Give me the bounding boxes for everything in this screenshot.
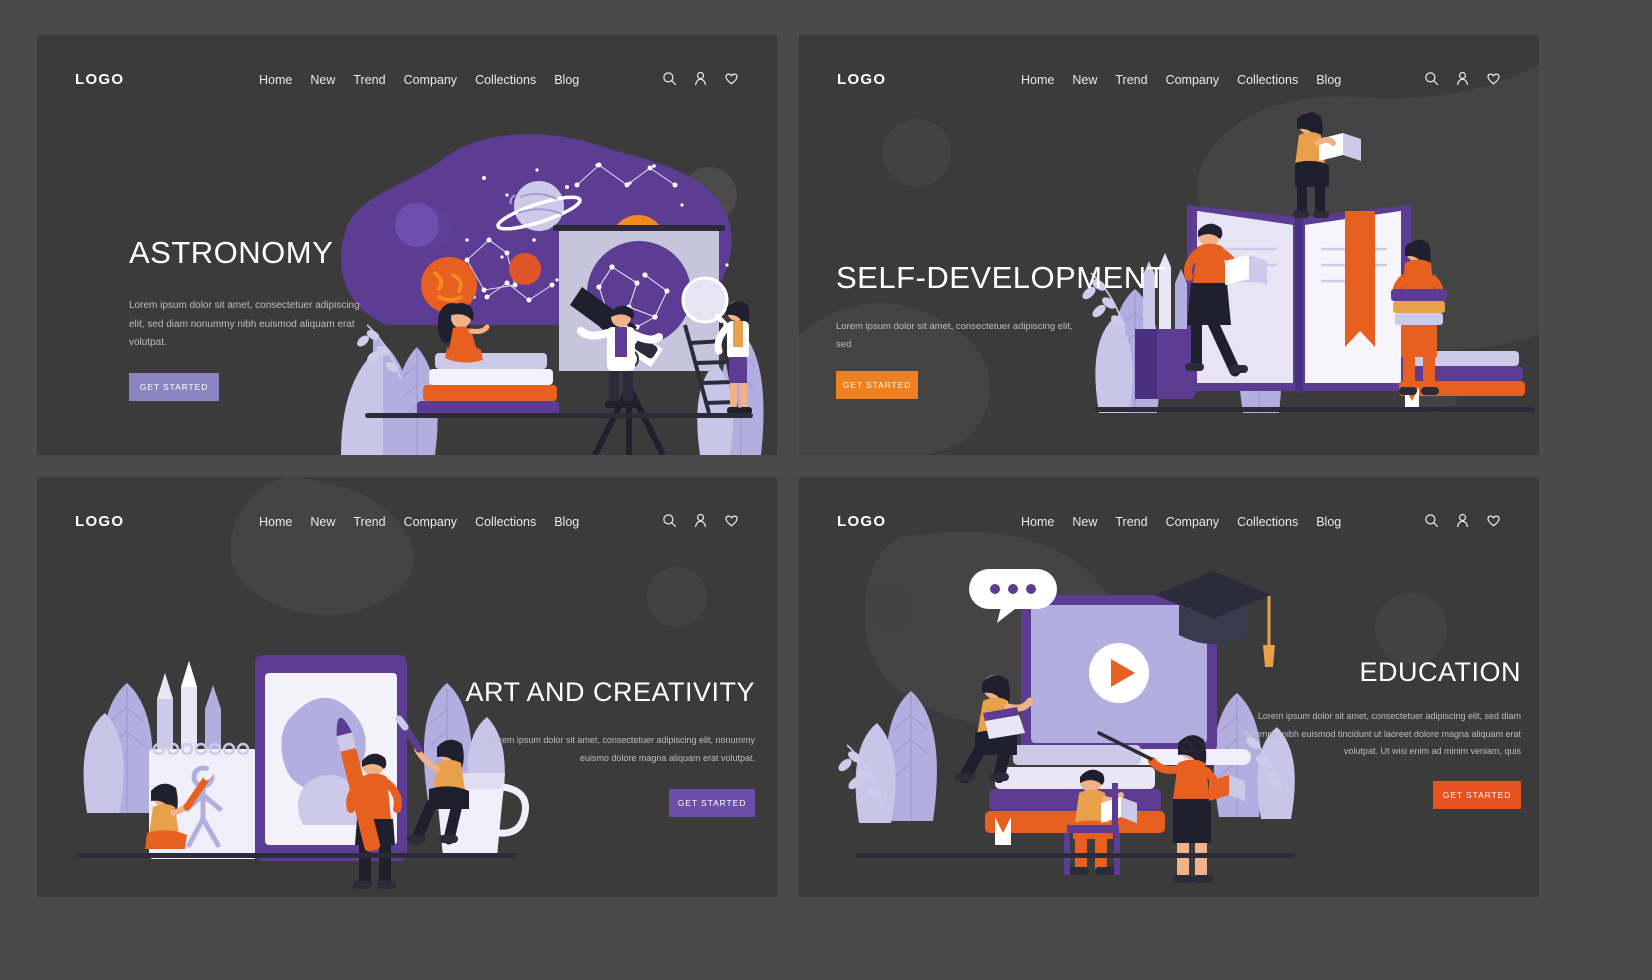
hero-description: Lorem ipsum dolor sit amet, consectetuer…	[488, 735, 755, 763]
nav-item-home[interactable]: Home	[259, 73, 292, 87]
nav-item-home[interactable]: Home	[1021, 73, 1054, 87]
search-icon[interactable]	[662, 71, 677, 86]
nav-item-collections[interactable]: Collections	[1237, 73, 1298, 87]
hero-self-development: SELF-DEVELOPMENT Lorem ipsum dolor sit a…	[836, 260, 1167, 400]
main-nav: Home New Trend Company Collections Blog	[259, 73, 579, 87]
hero-description: Lorem ipsum dolor sit amet, consectetuer…	[129, 300, 360, 348]
hero-description: Lorem ipsum dolor sit amet, consectetuer…	[836, 321, 1073, 350]
hero-art: ART AND CREATIVITY Lorem ipsum dolor sit…	[465, 677, 755, 818]
search-icon[interactable]	[1424, 513, 1439, 528]
nav-item-blog[interactable]: Blog	[1316, 73, 1341, 87]
page-title: EDUCATION	[1359, 657, 1521, 687]
nav-item-trend[interactable]: Trend	[1115, 515, 1147, 529]
main-nav: Home New Trend Company Collections Blog	[259, 515, 579, 529]
landing-page-grid: LOGO Home New Trend Company Collections …	[37, 35, 1615, 897]
nav-item-collections[interactable]: Collections	[475, 73, 536, 87]
panel-art-and-creativity: LOGO Home New Trend Company Collections …	[37, 477, 777, 897]
search-icon[interactable]	[1424, 71, 1439, 86]
get-started-button[interactable]: GET STARTED	[129, 372, 219, 401]
user-icon[interactable]	[1455, 71, 1470, 86]
page-title: ART AND CREATIVITY	[465, 677, 755, 707]
nav-item-home[interactable]: Home	[1021, 515, 1054, 529]
nav-item-company[interactable]: Company	[404, 515, 458, 529]
user-icon[interactable]	[693, 71, 708, 86]
heart-icon[interactable]	[724, 71, 739, 86]
nav-item-new[interactable]: New	[1072, 73, 1097, 87]
main-nav: Home New Trend Company Collections Blog	[1021, 73, 1341, 87]
page-title: SELF-DEVELOPMENT	[836, 260, 1167, 295]
nav-item-new[interactable]: New	[310, 515, 335, 529]
logo[interactable]: LOGO	[837, 513, 886, 530]
user-icon[interactable]	[693, 513, 708, 528]
hero-description: Lorem ipsum dolor sit amet, consectetuer…	[1239, 711, 1521, 757]
panel-astronomy: LOGO Home New Trend Company Collections …	[37, 35, 777, 455]
panel-education: LOGO Home New Trend Company Collections …	[799, 477, 1539, 897]
search-icon[interactable]	[662, 513, 677, 528]
get-started-button[interactable]: GET STARTED	[669, 789, 755, 818]
user-icon[interactable]	[1455, 513, 1470, 528]
nav-item-company[interactable]: Company	[1166, 73, 1220, 87]
nav-item-trend[interactable]: Trend	[1115, 73, 1147, 87]
page-title: ASTRONOMY	[129, 235, 334, 270]
header-self-development: LOGO Home New Trend Company Collections …	[799, 35, 1539, 127]
get-started-button[interactable]: GET STARTED	[836, 371, 918, 400]
nav-item-trend[interactable]: Trend	[353, 73, 385, 87]
nav-item-trend[interactable]: Trend	[353, 515, 385, 529]
header-icons	[1424, 513, 1501, 528]
header-icons	[662, 513, 739, 528]
poster-canvas: LOGO Home New Trend Company Collections …	[0, 0, 1652, 980]
header-icons	[662, 71, 739, 86]
nav-item-blog[interactable]: Blog	[554, 515, 579, 529]
panel-self-development: LOGO Home New Trend Company Collections …	[799, 35, 1539, 455]
get-started-button[interactable]: GET STARTED	[1433, 780, 1521, 809]
logo[interactable]: LOGO	[837, 71, 886, 88]
header-icons	[1424, 71, 1501, 86]
nav-item-company[interactable]: Company	[404, 73, 458, 87]
nav-item-new[interactable]: New	[1072, 515, 1097, 529]
nav-item-blog[interactable]: Blog	[554, 73, 579, 87]
logo[interactable]: LOGO	[75, 513, 124, 530]
nav-item-home[interactable]: Home	[259, 515, 292, 529]
nav-item-collections[interactable]: Collections	[475, 515, 536, 529]
header-education: LOGO Home New Trend Company Collections …	[799, 477, 1539, 569]
nav-item-blog[interactable]: Blog	[1316, 515, 1341, 529]
nav-item-collections[interactable]: Collections	[1237, 515, 1298, 529]
main-nav: Home New Trend Company Collections Blog	[1021, 515, 1341, 529]
heart-icon[interactable]	[1486, 71, 1501, 86]
heart-icon[interactable]	[1486, 513, 1501, 528]
header-astronomy: LOGO Home New Trend Company Collections …	[37, 35, 777, 127]
header-art: LOGO Home New Trend Company Collections …	[37, 477, 777, 569]
logo[interactable]: LOGO	[75, 71, 124, 88]
nav-item-new[interactable]: New	[310, 73, 335, 87]
hero-astronomy: ASTRONOMY Lorem ipsum dolor sit amet, co…	[129, 235, 459, 401]
hero-education: EDUCATION Lorem ipsum dolor sit amet, co…	[1221, 657, 1521, 809]
nav-item-company[interactable]: Company	[1166, 515, 1220, 529]
heart-icon[interactable]	[724, 513, 739, 528]
